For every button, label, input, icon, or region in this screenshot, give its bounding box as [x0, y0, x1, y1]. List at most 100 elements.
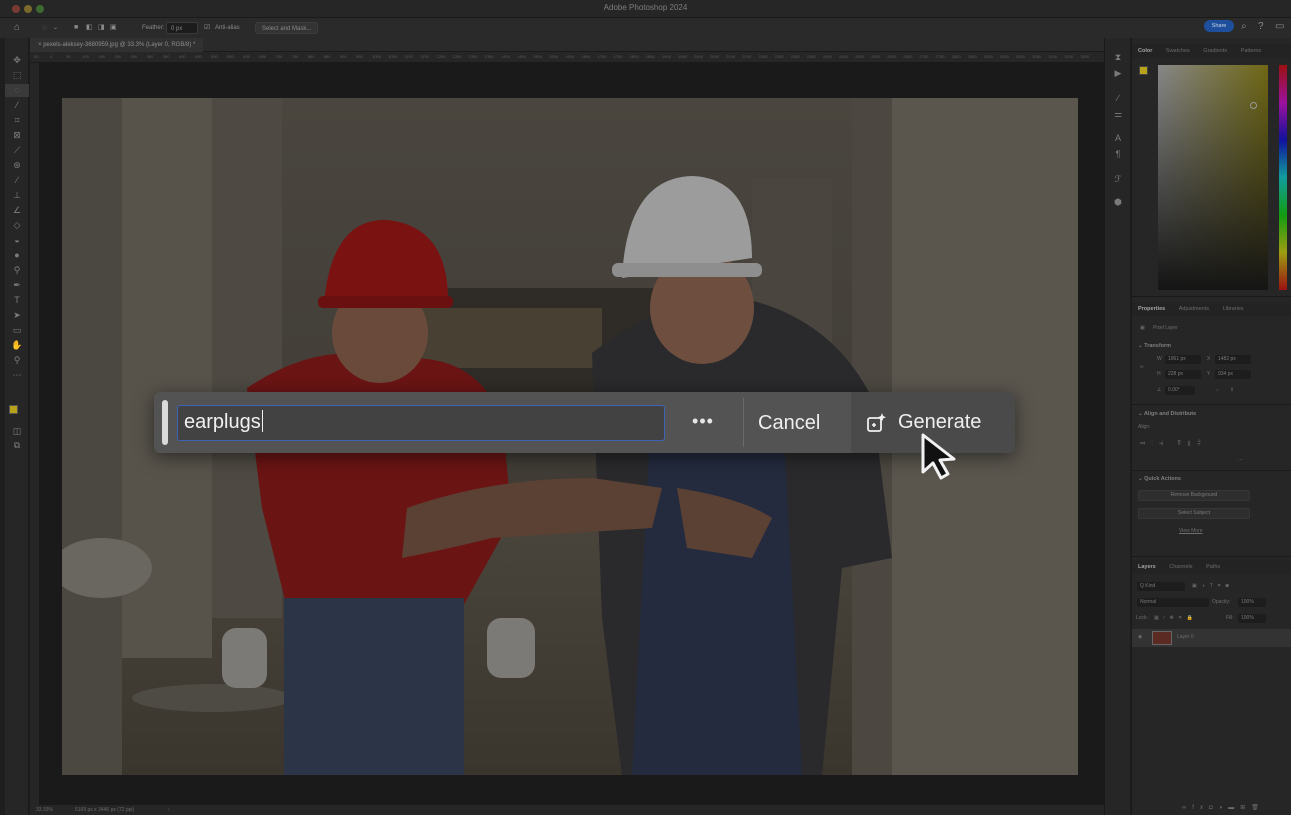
- select-subject-button[interactable]: Select Subject: [1138, 508, 1250, 519]
- search-icon[interactable]: ⌕: [1241, 21, 1247, 32]
- more-tools-icon[interactable]: ⋯: [5, 369, 29, 382]
- quick-actions-title[interactable]: ⌄ Quick Actions: [1138, 476, 1181, 482]
- history-brush-icon[interactable]: ∠: [5, 204, 29, 217]
- lock-icons[interactable]: ▦∕✥⌗🔒: [1154, 615, 1198, 621]
- cancel-button[interactable]: Cancel: [758, 405, 820, 441]
- more-options-button[interactable]: •••: [688, 409, 718, 437]
- dodge-tool-icon[interactable]: ⚲: [5, 264, 29, 277]
- zoom-level[interactable]: 33.33%: [36, 807, 53, 813]
- character-panel-icon[interactable]: A: [1105, 133, 1131, 143]
- more-align-icon[interactable]: ⋯: [1238, 457, 1243, 463]
- opacity-field[interactable]: 100%: [1238, 598, 1266, 607]
- zoom-tool-icon[interactable]: ⚲: [5, 354, 29, 367]
- align-section-title[interactable]: ⌄ Align and Distribute: [1138, 411, 1196, 417]
- actions-panel-icon[interactable]: ▶: [1105, 68, 1131, 79]
- height-field[interactable]: 228 px: [1165, 370, 1201, 379]
- screen-mode-icon[interactable]: ⧉: [5, 439, 29, 452]
- prompt-input[interactable]: earplugs: [177, 405, 665, 441]
- marquee-tool-icon[interactable]: ⬚: [5, 69, 29, 82]
- fill-field[interactable]: 100%: [1238, 614, 1266, 623]
- blur-tool-icon[interactable]: ●: [5, 249, 29, 262]
- hand-tool-icon[interactable]: ✋: [5, 339, 29, 352]
- layer-bottom-actions-icons[interactable]: ∞fx◘◑▬⊞🗑: [1182, 804, 1265, 811]
- tab-properties[interactable]: Properties: [1132, 302, 1171, 316]
- home-icon[interactable]: ⌂: [14, 22, 20, 34]
- intersect-selection-icon[interactable]: ▣: [110, 22, 117, 34]
- layer-filter-kind[interactable]: Q Kind: [1137, 582, 1185, 591]
- move-tool-icon[interactable]: ✥: [5, 54, 29, 67]
- lasso-tool-icon[interactable]: ◌: [42, 22, 47, 34]
- remove-background-button[interactable]: Remove Background: [1138, 490, 1250, 501]
- width-field[interactable]: 1961 px: [1165, 355, 1201, 364]
- frame-tool-icon[interactable]: ⊠: [5, 129, 29, 142]
- y-field[interactable]: 934 px: [1215, 370, 1251, 379]
- adjustments-panel-icon[interactable]: ⚌: [1105, 109, 1131, 120]
- link-icon[interactable]: ∞: [1140, 364, 1144, 370]
- healing-brush-icon[interactable]: ⊛: [5, 159, 29, 172]
- vertical-ruler[interactable]: [30, 63, 40, 805]
- type-tool-icon[interactable]: T: [5, 294, 29, 307]
- tab-adjustments[interactable]: Adjustments: [1173, 302, 1215, 316]
- add-selection-icon[interactable]: ◧: [86, 22, 93, 34]
- visibility-eye-icon[interactable]: ◉: [1138, 634, 1142, 640]
- view-more-link[interactable]: View More: [1179, 528, 1203, 534]
- tab-libraries[interactable]: Libraries: [1217, 302, 1250, 316]
- new-selection-icon[interactable]: ■: [74, 22, 78, 34]
- clone-stamp-icon[interactable]: ⊥: [5, 189, 29, 202]
- brush-tool-icon[interactable]: ∕: [5, 174, 29, 187]
- magic-wand-tool-icon[interactable]: ⁄: [5, 99, 29, 112]
- quick-mask-icon[interactable]: ◫: [5, 425, 29, 438]
- foreground-color-swatch[interactable]: [9, 405, 18, 414]
- drag-handle[interactable]: [162, 400, 168, 445]
- tab-layers[interactable]: Layers: [1132, 560, 1162, 574]
- ruler-tick-label: 1000: [372, 54, 381, 59]
- subtract-selection-icon[interactable]: ◨: [98, 22, 105, 34]
- history-panel-icon[interactable]: ⧗: [1105, 52, 1131, 63]
- layer-row[interactable]: ◉ Layer 0: [1132, 629, 1291, 647]
- color-picker-handle[interactable]: [1250, 102, 1257, 109]
- tab-paths[interactable]: Paths: [1200, 560, 1226, 574]
- paragraph-panel-icon[interactable]: ¶: [1105, 149, 1131, 159]
- pen-tool-icon[interactable]: ✒: [5, 279, 29, 292]
- flip-horizontal-icon[interactable]: ⇔: [1215, 387, 1220, 393]
- layer-filter-icons[interactable]: ▣◑T⌗◙: [1192, 583, 1234, 589]
- layer-name[interactable]: Layer 0: [1177, 634, 1194, 640]
- align-buttons-icon[interactable]: ⫤⫶⫣ ⫪⫫⫩: [1140, 440, 1207, 448]
- feather-input[interactable]: 0 px: [166, 22, 198, 34]
- brush-settings-icon[interactable]: ∕: [1105, 93, 1131, 103]
- tab-gradients[interactable]: Gradients: [1197, 44, 1233, 58]
- paint-bucket-icon[interactable]: ◒: [5, 234, 29, 247]
- height-label: H: [1157, 371, 1161, 377]
- blend-mode-select[interactable]: Normal: [1137, 598, 1209, 607]
- flip-vertical-icon[interactable]: ⇕: [1230, 387, 1234, 393]
- rectangle-tool-icon[interactable]: ▭: [5, 324, 29, 337]
- select-and-mask-button[interactable]: Select and Mask...: [255, 22, 319, 34]
- antialias-checkbox[interactable]: ☑: [204, 22, 210, 34]
- x-field[interactable]: 1482 px: [1215, 355, 1251, 364]
- angle-field[interactable]: 0.00°: [1165, 386, 1195, 395]
- color-picker-field[interactable]: [1158, 65, 1268, 290]
- glyphs-panel-icon[interactable]: ℱ: [1105, 174, 1131, 185]
- crop-tool-icon[interactable]: ⌗: [5, 114, 29, 127]
- hue-slider[interactable]: [1279, 65, 1287, 290]
- tab-channels[interactable]: Channels: [1163, 560, 1198, 574]
- chevron-down-icon[interactable]: ⌄: [53, 22, 58, 34]
- horizontal-ruler[interactable]: 50 0 50 100 150 200 250 300 350 400 450 500 550 600 65…: [30, 52, 1104, 63]
- ruler-tick-label: 2550: [871, 54, 881, 59]
- path-selection-icon[interactable]: ➤: [5, 309, 29, 322]
- document-tab[interactable]: × pexels-aleksey-3680959.jpg @ 33.3% (La…: [30, 38, 204, 52]
- help-icon[interactable]: ?: [1258, 21, 1264, 32]
- transform-section-title[interactable]: ⌄ Transform: [1138, 343, 1171, 349]
- eyedropper-tool-icon[interactable]: ⟋: [5, 144, 29, 157]
- close-tab-icon[interactable]: ×: [38, 42, 42, 48]
- status-menu-arrow[interactable]: ›: [168, 807, 170, 813]
- 3d-panel-icon[interactable]: ⬢: [1105, 197, 1131, 208]
- tab-patterns[interactable]: Patterns: [1235, 44, 1267, 58]
- eraser-tool-icon[interactable]: ◇: [5, 219, 29, 232]
- tab-swatches[interactable]: Swatches: [1160, 44, 1196, 58]
- tab-color[interactable]: Color: [1132, 44, 1158, 58]
- workspace-icon[interactable]: ▭: [1275, 21, 1284, 32]
- lasso-tool-icon[interactable]: ◌: [5, 84, 29, 97]
- share-button[interactable]: Share: [1204, 20, 1234, 32]
- panel-foreground-swatch[interactable]: [1139, 66, 1148, 75]
